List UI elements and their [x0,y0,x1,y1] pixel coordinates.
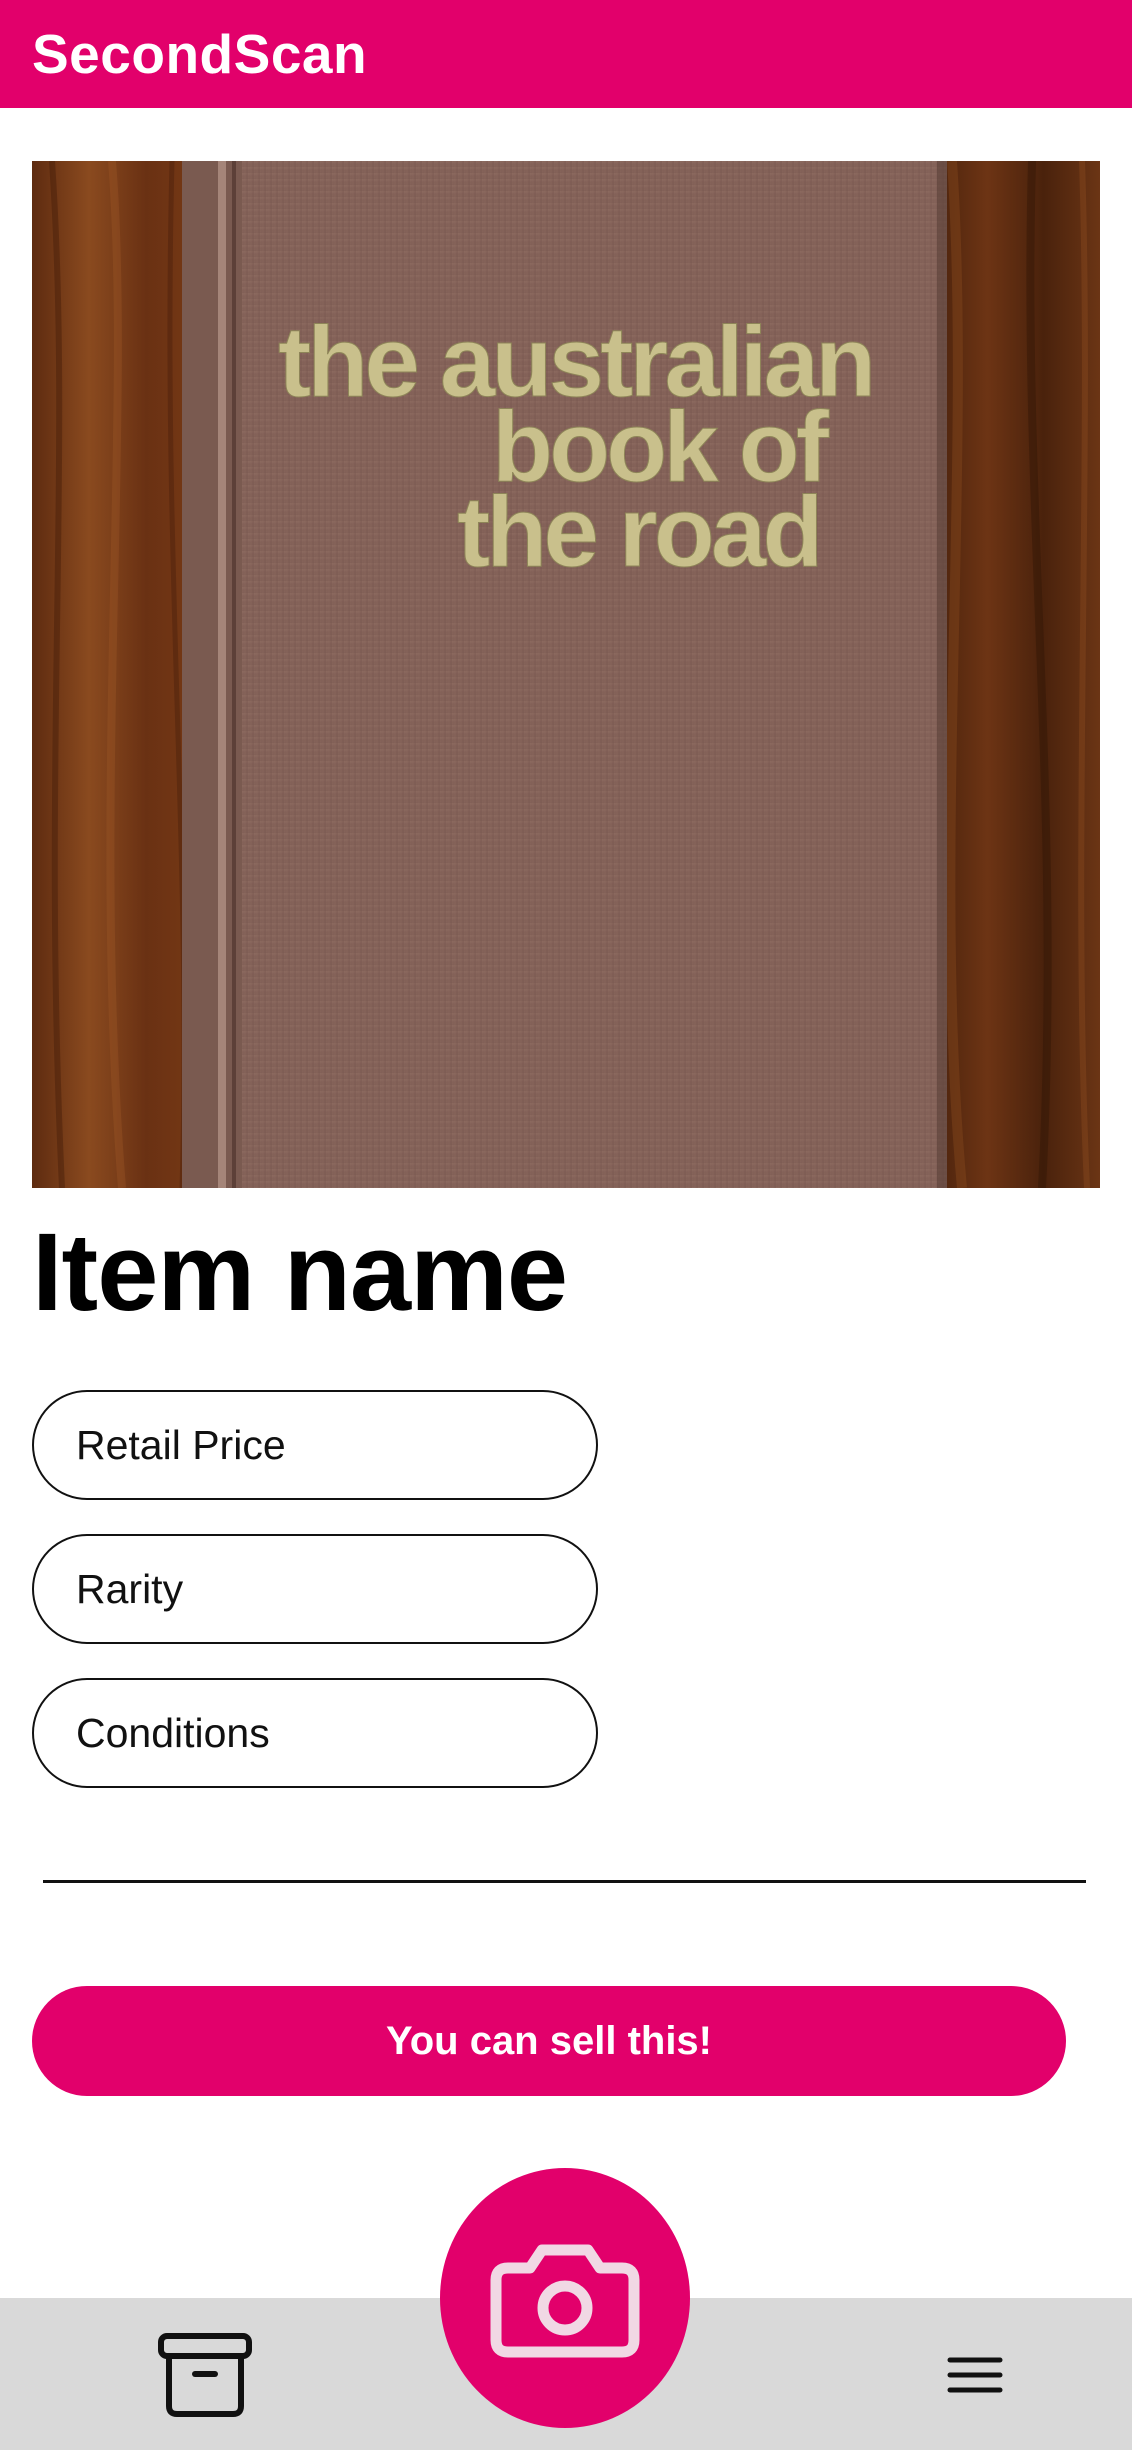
app-title: SecondScan [32,23,368,85]
item-photo: the australian book of the road [32,161,1100,1188]
item-name-heading: Item name [32,1211,568,1334]
section-divider [43,1880,1086,1883]
camera-button[interactable] [440,2168,690,2428]
menu-button[interactable] [920,2320,1030,2430]
menu-icon [947,2357,1003,2393]
archive-icon [158,2333,252,2417]
sell-button[interactable]: You can sell this! [32,1986,1066,2096]
app-screen: SecondScan the australian book of the ro… [0,0,1132,2450]
conditions-field[interactable]: Conditions [32,1678,598,1788]
retail-price-field[interactable]: Retail Price [32,1390,598,1500]
app-header: SecondScan [0,0,1132,108]
rarity-field[interactable]: Rarity [32,1534,598,1644]
book-title-line: the road [457,476,819,588]
archive-button[interactable] [150,2320,260,2430]
camera-icon [490,2244,640,2358]
